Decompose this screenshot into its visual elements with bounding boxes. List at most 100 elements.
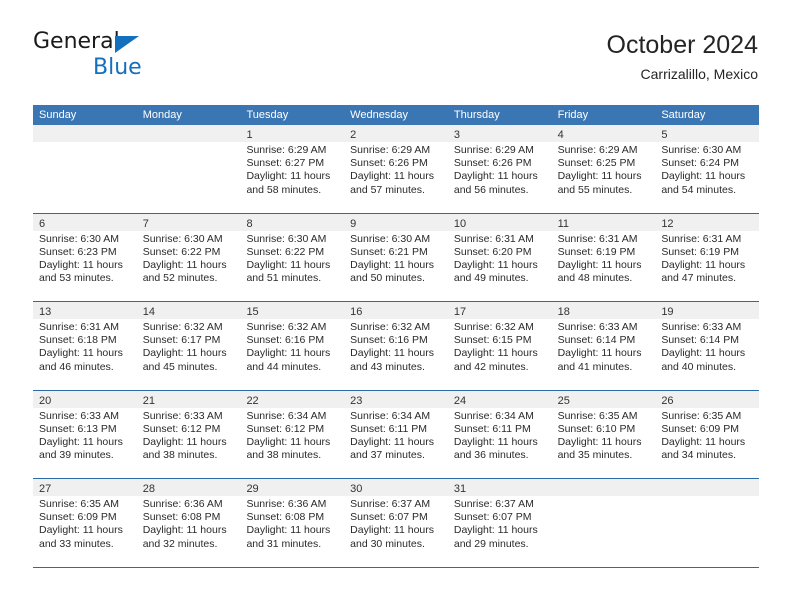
day-cell-1[interactable]: 1 Sunrise: 6:29 AM Sunset: 6:27 PM Daylight… [240,125,345,213]
date-band: 27 [33,479,137,496]
sunset-text: Sunset: 6:18 PM [39,334,117,347]
day-cell-15[interactable]: 15 Sunrise: 6:32 AM Sunset: 6:16 PM Dayligh… [240,302,345,390]
date-band: 30 [344,479,448,496]
date-number: 22 [246,394,259,407]
daylight-text-line2: and 30 minutes. [350,537,425,550]
daylight-text-line1: Daylight: 11 hours [350,347,435,360]
day-cell-29[interactable]: 29 Sunrise: 6:36 AM Sunset: 6:08 PM Dayligh… [240,479,345,567]
date-number: 18 [557,306,570,318]
day-cell-18[interactable]: 18 Sunrise: 6:33 AM Sunset: 6:14 PM Dayligh… [551,302,656,390]
daylight-text-line2: and 31 minutes. [246,537,322,550]
day-cell-10[interactable]: 10 Sunrise: 6:31 AM Sunset: 6:20 PM Dayligh… [447,213,552,301]
sunset-text: Sunset: 6:11 PM [453,422,531,435]
daylight-text-line2: and 34 minutes. [661,449,737,462]
calendar-week-row: 6 Sunrise: 6:30 AM Sunset: 6:23 PM Daylight… [33,212,760,301]
sunset-text: Sunset: 6:14 PM [557,334,636,347]
sunrise-text: Sunrise: 6:32 AM [142,321,223,333]
day-cell-empty [655,479,760,567]
date-band: 22 [240,390,345,408]
daylight-text-line2: and 54 minutes. [661,183,737,196]
day-cell-21[interactable]: 21 Sunrise: 6:33 AM Sunset: 6:12 PM Dayligh… [136,390,241,478]
day-info: Sunrise: 6:30 AM Sunset: 6:22 PM Daylight:… [137,231,241,286]
day-cell-2[interactable]: 2 Sunrise: 6:29 AM Sunset: 6:26 PM Daylight… [344,125,448,213]
date-band: 15 [240,302,345,319]
day-cell-11[interactable]: 11 Sunrise: 6:31 AM Sunset: 6:19 PM Dayligh… [551,213,656,301]
day-cell-23[interactable]: 23 Sunrise: 6:34 AM Sunset: 6:11 PM Dayligh… [344,390,448,478]
day-info: Sunrise: 6:34 AM Sunset: 6:12 PM Daylight:… [240,408,344,463]
day-cell-9[interactable]: 9 Sunrise: 6:30 AM Sunset: 6:21 PM Daylight… [344,213,448,301]
sunset-text: Sunset: 6:14 PM [661,334,739,347]
daylight-text-line2: and 55 minutes. [557,183,633,196]
day-cell-24[interactable]: 24 Sunrise: 6:34 AM Sunset: 6:11 PM Dayligh… [447,390,552,478]
date-band: 11 [551,213,656,231]
sunrise-text: Sunrise: 6:31 AM [661,232,742,245]
day-info: Sunrise: 6:29 AM Sunset: 6:26 PM Daylight:… [344,142,448,197]
daylight-text-line2: and 29 minutes. [453,537,529,550]
sunset-text: Sunset: 6:15 PM [453,334,532,347]
sunset-text: Sunset: 6:08 PM [142,511,221,524]
sunset-text: Sunset: 6:24 PM [661,157,739,170]
daylight-text-line2: and 37 minutes. [350,449,425,462]
day-cell-3[interactable]: 3 Sunrise: 6:29 AM Sunset: 6:26 PM Daylight… [447,125,552,213]
day-cell-4[interactable]: 4 Sunrise: 6:29 AM Sunset: 6:25 PM Daylight… [551,125,656,213]
date-band [551,479,656,496]
day-cell-7[interactable]: 7 Sunrise: 6:30 AM Sunset: 6:22 PM Daylight… [136,213,241,301]
daylight-text-line2: and 47 minutes. [661,272,737,285]
daylight-text-line1: Daylight: 11 hours [39,258,123,271]
date-band: 24 [447,390,552,408]
day-cell-16[interactable]: 16 Sunrise: 6:32 AM Sunset: 6:16 PM Dayligh… [344,302,448,390]
day-info: Sunrise: 6:33 AM Sunset: 6:12 PM Daylight:… [137,408,241,463]
date-band: 4 [551,125,656,142]
sunset-text: Sunset: 6:20 PM [453,245,532,258]
sunrise-text: Sunrise: 6:32 AM [246,321,327,333]
day-cell-22[interactable]: 22 Sunrise: 6:34 AM Sunset: 6:12 PM Dayligh… [240,390,345,478]
sunrise-text: Sunrise: 6:29 AM [246,144,327,156]
day-cell-27[interactable]: 27 Sunrise: 6:35 AM Sunset: 6:09 PM Dayligh… [33,479,137,567]
date-number: 12 [661,217,674,230]
day-cell-31[interactable]: 31 Sunrise: 6:37 AM Sunset: 6:07 PM Dayligh… [447,479,552,567]
day-cell-14[interactable]: 14 Sunrise: 6:32 AM Sunset: 6:17 PM Dayligh… [136,302,241,390]
day-cell-13[interactable]: 13 Sunrise: 6:31 AM Sunset: 6:18 PM Dayligh… [33,302,137,390]
date-band: 3 [447,125,552,142]
sunrise-text: Sunrise: 6:37 AM [350,498,431,510]
daylight-text-line1: Daylight: 11 hours [246,347,331,360]
day-info: Sunrise: 6:32 AM Sunset: 6:17 PM Daylight:… [137,319,241,374]
day-cell-20[interactable]: 20 Sunrise: 6:33 AM Sunset: 6:13 PM Dayligh… [33,390,137,478]
date-band: 26 [655,390,760,408]
page-subtitle: Carrizalillo, Mexico [640,66,758,82]
daylight-text-line1: Daylight: 11 hours [453,258,538,271]
date-number: 23 [350,394,363,407]
daylight-text-line1: Daylight: 11 hours [39,524,123,537]
grid-bottom-border [33,566,759,568]
sunset-text: Sunset: 6:07 PM [350,511,428,524]
sunset-text: Sunset: 6:19 PM [557,245,636,258]
day-cell-5[interactable]: 5 Sunrise: 6:30 AM Sunset: 6:24 PM Daylight… [655,125,760,213]
day-info: Sunrise: 6:29 AM Sunset: 6:26 PM Daylight:… [448,142,552,197]
day-info: Sunrise: 6:30 AM Sunset: 6:22 PM Daylight:… [240,231,344,286]
date-number: 3 [453,129,460,141]
day-cell-25[interactable]: 25 Sunrise: 6:35 AM Sunset: 6:10 PM Dayligh… [551,390,656,478]
day-cell-12[interactable]: 12 Sunrise: 6:31 AM Sunset: 6:19 PM Dayligh… [655,213,760,301]
sunset-text: Sunset: 6:13 PM [39,422,117,435]
day-cell-30[interactable]: 30 Sunrise: 6:37 AM Sunset: 6:07 PM Dayligh… [344,479,448,567]
day-info: Sunrise: 6:33 AM Sunset: 6:13 PM Daylight:… [33,408,137,463]
day-cell-17[interactable]: 17 Sunrise: 6:32 AM Sunset: 6:15 PM Dayligh… [447,302,552,390]
day-cell-28[interactable]: 28 Sunrise: 6:36 AM Sunset: 6:08 PM Dayligh… [136,479,241,567]
sunset-text: Sunset: 6:07 PM [453,511,532,524]
generalblue-logo[interactable]: General Blue [33,30,213,88]
daylight-text-line1: Daylight: 11 hours [246,170,331,183]
day-cell-26[interactable]: 26 Sunrise: 6:35 AM Sunset: 6:09 PM Dayligh… [655,390,760,478]
sunrise-text: Sunrise: 6:31 AM [557,232,638,245]
day-cell-19[interactable]: 19 Sunrise: 6:33 AM Sunset: 6:14 PM Dayligh… [655,302,760,390]
weekday-header-sunday: Sunday [39,109,77,121]
day-info: Sunrise: 6:29 AM Sunset: 6:27 PM Daylight:… [240,142,344,197]
sunrise-text: Sunrise: 6:30 AM [142,232,223,245]
page-title: October 2024 [606,31,759,59]
date-number: 8 [246,217,253,230]
date-band: 18 [551,302,656,319]
sunrise-text: Sunrise: 6:31 AM [453,232,534,245]
day-cell-6[interactable]: 6 Sunrise: 6:30 AM Sunset: 6:23 PM Daylight… [33,213,137,301]
day-cell-8[interactable]: 8 Sunrise: 6:30 AM Sunset: 6:22 PM Daylight… [240,213,345,301]
calendar-week-row: 27 Sunrise: 6:35 AM Sunset: 6:09 PM Dayligh… [33,478,760,567]
daylight-text-line1: Daylight: 11 hours [246,524,331,537]
